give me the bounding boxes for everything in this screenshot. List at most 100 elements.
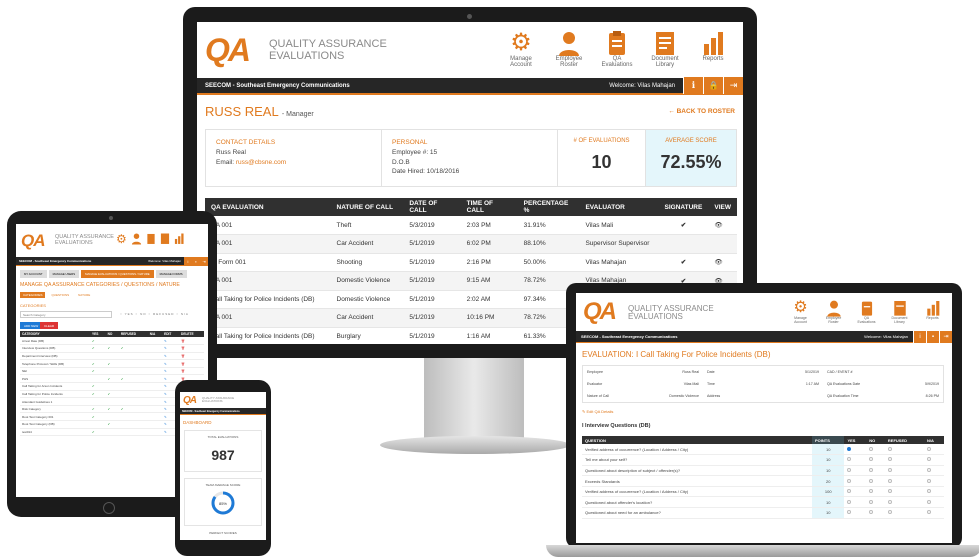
radio-button[interactable] bbox=[887, 499, 892, 504]
edit-qa-details-link[interactable]: ✎ Edit QA Details bbox=[582, 409, 613, 414]
radio-button[interactable] bbox=[869, 446, 874, 451]
question-row[interactable]: Questioned about offender's location? 10 bbox=[582, 496, 944, 509]
delete-icon[interactable]: 🗑 bbox=[179, 352, 204, 361]
delete-icon[interactable]: 🗑 bbox=[179, 337, 204, 346]
edit-icon[interactable]: ✎ bbox=[162, 337, 180, 346]
tab-my-account[interactable]: MY ACCOUNT bbox=[20, 270, 47, 278]
back-to-roster-link[interactable]: ← BACK TO ROSTER bbox=[668, 108, 735, 115]
radio-button[interactable] bbox=[887, 457, 892, 462]
info-icon[interactable]: i bbox=[913, 330, 926, 343]
nav-manage-account[interactable]: ⚙ Manage Account bbox=[784, 299, 817, 324]
col-evaluator[interactable]: EVALUATOR bbox=[579, 198, 659, 216]
qa-logo[interactable]: QA bbox=[183, 395, 197, 406]
radio-button[interactable] bbox=[926, 489, 931, 494]
question-row[interactable]: Questioned about need for an ambulance? 1… bbox=[582, 507, 944, 519]
question-row[interactable]: Questioned about description of subject … bbox=[582, 465, 944, 477]
info-icon[interactable]: ℹ bbox=[683, 77, 703, 94]
edit-icon[interactable]: ✎ bbox=[162, 344, 180, 353]
nav-manage-account[interactable]: ⚙ Manage Account bbox=[497, 30, 545, 69]
edit-icon[interactable]: ✎ bbox=[162, 359, 180, 368]
add-new-button[interactable]: ADD NEW bbox=[20, 322, 43, 329]
radio-button[interactable] bbox=[887, 489, 892, 494]
tab-nature[interactable]: NATURE bbox=[75, 292, 93, 298]
radio-button[interactable] bbox=[926, 499, 931, 504]
radio-button[interactable] bbox=[869, 457, 874, 462]
tablet-home-button[interactable] bbox=[103, 502, 115, 514]
radio-button[interactable] bbox=[847, 489, 852, 494]
radio-button[interactable] bbox=[926, 467, 931, 472]
radio-button[interactable] bbox=[887, 467, 892, 472]
radio-button[interactable] bbox=[847, 510, 852, 515]
nav-qa-evaluations[interactable]: QA Evaluations bbox=[850, 299, 883, 324]
nav-reports[interactable]: Reports bbox=[916, 299, 949, 324]
question-row[interactable]: Tell me about your self? 10 bbox=[582, 454, 944, 466]
delete-icon[interactable]: 🗑 bbox=[179, 367, 204, 376]
radio-button[interactable] bbox=[847, 499, 852, 504]
table-row[interactable]: Telephone Protocol / Skills (DB) ✔ ✔ ✎ 🗑 bbox=[20, 359, 204, 368]
nav-qa-evaluations[interactable]: QA Evaluations bbox=[593, 30, 641, 69]
question-row[interactable]: Exceeds Standards 20 bbox=[582, 475, 944, 487]
radio-button[interactable] bbox=[887, 510, 892, 515]
qa-logo[interactable]: QA bbox=[205, 32, 251, 69]
lock-icon[interactable]: ▪ bbox=[192, 256, 200, 266]
tab-manage-forms[interactable]: MANAGE FORMS bbox=[155, 270, 187, 278]
table-row[interactable]: NA 001 Car Accident 5/1/2019 6:02 PM 88.10% S… bbox=[205, 234, 737, 254]
lock-icon[interactable]: ▪ bbox=[926, 330, 939, 343]
logout-icon[interactable]: ⇥ bbox=[939, 330, 952, 343]
radio-button[interactable] bbox=[847, 478, 852, 483]
tab-manage-evaluations[interactable]: MANAGE EVALUATIONS / QUESTIONS / NATURE bbox=[81, 270, 154, 278]
contact-email-link[interactable]: russ@cbsne.com bbox=[236, 159, 286, 166]
edit-icon[interactable]: ✎ bbox=[162, 367, 180, 376]
logout-icon[interactable]: ⇥ bbox=[200, 256, 208, 266]
table-row[interactable]: NEI ✔ ✎ 🗑 bbox=[20, 367, 204, 376]
col-nature-of-call[interactable]: NATURE OF CALL bbox=[330, 198, 404, 216]
radio-button[interactable] bbox=[847, 467, 852, 472]
table-row[interactable]: Department Interview (DB) ✎ 🗑 bbox=[20, 352, 204, 361]
col-percentage[interactable]: PERCENTAGE % bbox=[517, 198, 580, 216]
edit-icon[interactable]: ✎ bbox=[162, 352, 180, 361]
table-row[interactable]: Interview Questions (DB) ✔ ✔ ✔ ✎ 🗑 bbox=[20, 344, 204, 353]
tab-manage-users[interactable]: MANAGE USERS bbox=[48, 270, 80, 278]
clipboard-icon[interactable] bbox=[146, 232, 156, 245]
nav-document-library[interactable]: Document Library bbox=[883, 299, 916, 324]
clear-button[interactable]: CLEAR bbox=[40, 322, 59, 329]
radio-button[interactable] bbox=[847, 457, 852, 462]
radio-button[interactable] bbox=[869, 489, 874, 494]
radio-button[interactable] bbox=[869, 478, 874, 483]
radio-button[interactable] bbox=[847, 446, 852, 451]
delete-icon[interactable]: 🗑 bbox=[179, 344, 204, 353]
nav-employee-roster[interactable]: Employee Roster bbox=[817, 299, 850, 324]
nav-document-library[interactable]: Document Library bbox=[641, 30, 689, 69]
search-input[interactable] bbox=[20, 311, 112, 318]
radio-button[interactable] bbox=[926, 510, 931, 515]
radio-button[interactable] bbox=[926, 478, 931, 483]
col-time-of-call[interactable]: TIME OF CALL bbox=[460, 198, 518, 216]
radio-button[interactable] bbox=[926, 446, 931, 451]
gear-icon[interactable]: ⚙ bbox=[116, 232, 127, 246]
radio-button[interactable] bbox=[926, 457, 931, 462]
radio-button[interactable] bbox=[887, 478, 892, 483]
radio-button[interactable] bbox=[887, 446, 892, 451]
qa-logo[interactable]: QA bbox=[583, 298, 617, 326]
filter-checkboxes[interactable]: ○ YES ○ NO ○ REFUSED ○ N/A bbox=[120, 312, 189, 316]
table-row[interactable]: Arrest Rate (DB) ✔ ✎ 🗑 bbox=[20, 337, 204, 346]
table-row[interactable]: ry Form 001 Shooting 5/1/2019 2:16 PM 50.00%… bbox=[205, 253, 737, 272]
nav-employee-roster[interactable]: Employee Roster bbox=[545, 30, 593, 69]
info-icon[interactable]: i bbox=[184, 256, 192, 266]
radio-button[interactable] bbox=[869, 499, 874, 504]
tab-categories[interactable]: CATEGORIES bbox=[20, 292, 46, 298]
eye-icon[interactable]: 👁 bbox=[708, 216, 737, 235]
edit-icon[interactable]: ✎ bbox=[162, 374, 180, 384]
col-qa-evaluation[interactable]: QA EVALUATION bbox=[205, 198, 331, 216]
user-icon[interactable] bbox=[131, 232, 142, 245]
eye-icon[interactable]: 👁 bbox=[708, 253, 737, 272]
nav-reports[interactable]: Reports bbox=[689, 30, 737, 69]
tab-questions[interactable]: QUESTIONS bbox=[48, 292, 72, 298]
radio-button[interactable] bbox=[869, 510, 874, 515]
table-row[interactable]: NA 001 Theft 5/3/2019 2:03 PM 31.91% Vilas Ma… bbox=[205, 216, 737, 235]
logout-icon[interactable]: ⇥ bbox=[723, 77, 743, 94]
question-row[interactable]: Verified address of occurrence? (Locatio… bbox=[582, 444, 944, 456]
bar-chart-icon[interactable] bbox=[174, 232, 184, 245]
col-date-of-call[interactable]: DATE OF CALL bbox=[403, 198, 461, 216]
document-icon[interactable] bbox=[160, 232, 170, 245]
